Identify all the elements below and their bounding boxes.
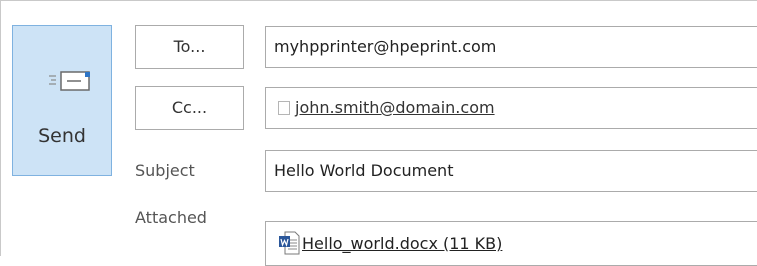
compose-header: Send To... myhpprinter@hpeprint.com Cc..… [0, 0, 757, 266]
attached-label: Attached [135, 208, 207, 227]
to-field[interactable]: myhpprinter@hpeprint.com [265, 26, 757, 68]
to-value: myhpprinter@hpeprint.com [274, 37, 497, 56]
cc-field[interactable]: john.smith@domain.com [265, 87, 757, 129]
subject-label: Subject [135, 161, 195, 180]
cc-button[interactable]: Cc... [135, 86, 244, 130]
subject-field[interactable]: Hello World Document [265, 150, 757, 192]
attachment-field[interactable]: Hello_world.docx (11 KB) [265, 221, 757, 266]
word-document-icon [279, 231, 300, 255]
recipient-checkbox-icon [278, 101, 290, 115]
attachment-file-link[interactable]: Hello_world.docx (11 KB) [302, 234, 502, 253]
cc-recipient[interactable]: john.smith@domain.com [295, 98, 495, 117]
send-envelope-icon [49, 71, 90, 91]
to-button[interactable]: To... [135, 25, 244, 69]
subject-value: Hello World Document [274, 161, 454, 180]
send-label: Send [38, 125, 86, 147]
send-button[interactable]: Send [12, 25, 112, 176]
